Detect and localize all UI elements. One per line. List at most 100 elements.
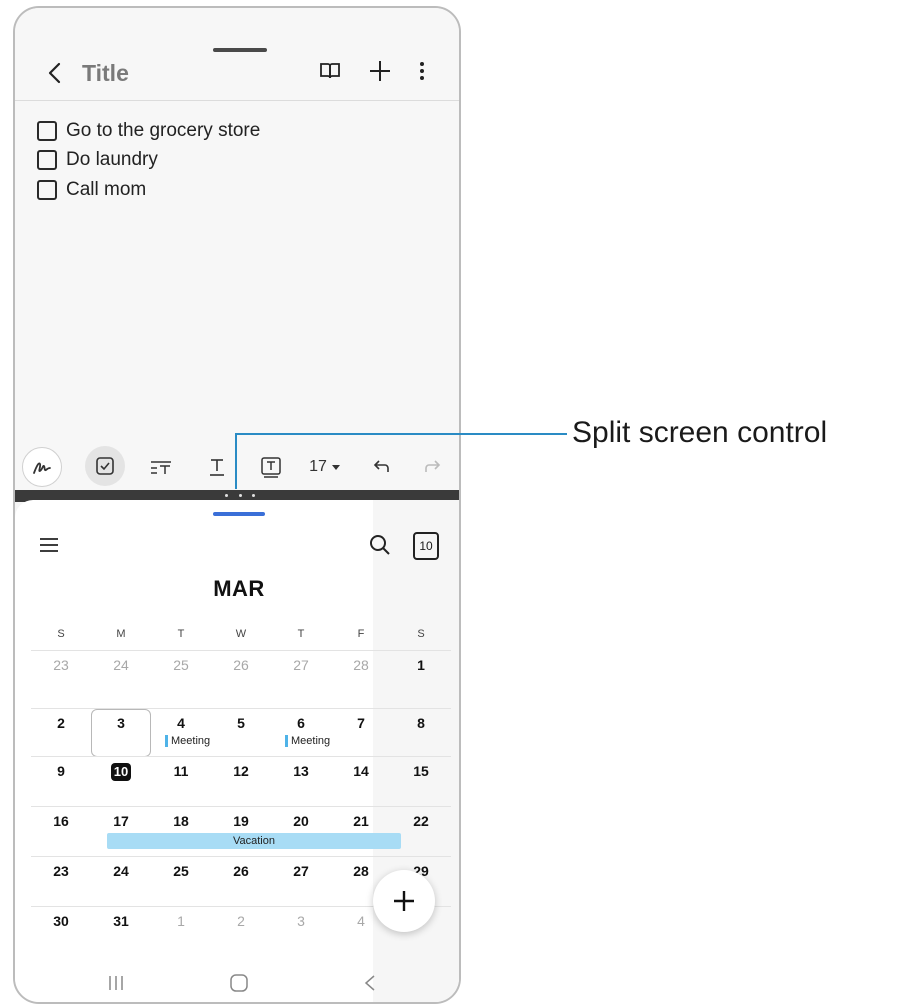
day-cell[interactable]: 14 [331, 763, 391, 779]
day-cell[interactable]: 23 [31, 863, 91, 879]
notes-pane: Title Go to the grocery store Do laundry… [15, 8, 459, 494]
day-number: 22 [413, 813, 429, 829]
day-cell[interactable]: 10 [91, 763, 151, 781]
day-cell[interactable]: 4 [151, 715, 211, 731]
day-cell[interactable]: 26 [211, 863, 271, 879]
undo-button[interactable] [365, 447, 397, 487]
day-cell[interactable]: 20 [271, 813, 331, 829]
day-cell[interactable]: 19 [211, 813, 271, 829]
checklist-item-text[interactable]: Do laundry [66, 149, 158, 171]
plus-icon [370, 61, 390, 81]
day-number: 8 [417, 715, 425, 731]
event-chip[interactable]: Meeting [165, 735, 210, 747]
day-number: 2 [237, 913, 245, 929]
chevron-left-icon [364, 975, 375, 991]
paragraph-style-button[interactable] [143, 447, 179, 487]
day-cell[interactable]: 2 [31, 715, 91, 731]
day-number: 1 [177, 913, 185, 929]
day-cell[interactable]: 24 [91, 863, 151, 879]
day-number: 6 [297, 715, 305, 731]
weekday-label: W [235, 628, 247, 640]
day-cell[interactable]: 25 [151, 657, 211, 673]
day-cell[interactable]: 26 [211, 657, 271, 673]
undo-icon [373, 460, 389, 472]
day-cell[interactable]: 23 [31, 657, 91, 673]
today-button[interactable]: 10 [413, 532, 439, 560]
header-divider [15, 100, 459, 101]
weekday-label: S [417, 628, 425, 640]
day-cell[interactable]: 31 [91, 913, 151, 929]
weekday-label: S [57, 628, 65, 640]
split-dot [238, 494, 242, 497]
checkbox[interactable] [37, 150, 57, 171]
note-title[interactable]: Title [82, 60, 129, 87]
text-box-icon [261, 457, 281, 478]
search-button[interactable] [367, 532, 393, 558]
day-cell[interactable]: 8 [391, 715, 451, 731]
day-cell[interactable]: 3 [91, 715, 151, 731]
day-cell[interactable]: 1 [151, 913, 211, 929]
checkbox[interactable] [37, 120, 57, 141]
add-button[interactable] [365, 56, 395, 86]
reading-mode-button[interactable] [315, 56, 345, 86]
day-cell[interactable]: 3 [271, 913, 331, 929]
event-chip[interactable]: Meeting [285, 735, 330, 747]
day-cell[interactable]: 6 [271, 715, 331, 731]
day-cell[interactable]: 17 [91, 813, 151, 829]
day-cell[interactable]: 5 [211, 715, 271, 731]
day-cell[interactable]: 16 [31, 813, 91, 829]
checkbox-tool-button[interactable] [85, 446, 125, 486]
day-number: 5 [237, 715, 245, 731]
day-number: 25 [173, 863, 189, 879]
day-cell[interactable]: 7 [331, 715, 391, 731]
day-number: 24 [113, 863, 129, 879]
day-cell[interactable]: 27 [271, 863, 331, 879]
day-cell[interactable]: 2 [211, 913, 271, 929]
day-cell[interactable]: 24 [91, 657, 151, 673]
day-cell[interactable]: 15 [391, 763, 451, 779]
more-options-button[interactable] [407, 56, 437, 86]
pane-drag-handle-active[interactable] [213, 512, 265, 516]
back-button[interactable] [41, 58, 71, 88]
redo-button[interactable] [417, 447, 449, 487]
day-cell[interactable]: 18 [151, 813, 211, 829]
day-cell[interactable]: 28 [331, 657, 391, 673]
underline-t-icon [210, 459, 224, 476]
day-cell[interactable]: 30 [31, 913, 91, 929]
multi-day-event[interactable]: Vacation [107, 833, 401, 849]
weekday-header: S M T W T F S [31, 628, 451, 640]
day-cell[interactable]: 21 [331, 813, 391, 829]
day-cell[interactable]: 13 [271, 763, 331, 779]
day-cell[interactable]: 27 [271, 657, 331, 673]
home-button[interactable] [224, 968, 254, 998]
add-event-button[interactable] [373, 870, 435, 932]
day-cell[interactable]: 1 [391, 657, 451, 673]
checklist-item-text[interactable]: Call mom [66, 179, 146, 201]
day-cell[interactable]: 25 [151, 863, 211, 879]
font-size-value: 17 [309, 458, 327, 475]
recents-button[interactable] [101, 968, 131, 998]
back-nav-button[interactable] [355, 968, 385, 998]
note-header: Title [15, 48, 459, 100]
day-cell[interactable]: 22 [391, 813, 451, 829]
day-number: 24 [113, 657, 129, 673]
text-box-button[interactable] [253, 447, 289, 487]
day-cell[interactable]: 9 [31, 763, 91, 779]
day-number: 26 [233, 863, 249, 879]
day-number: 4 [357, 913, 365, 929]
pen-button[interactable] [22, 447, 62, 487]
day-cell[interactable]: 11 [151, 763, 211, 779]
day-number: 23 [53, 657, 69, 673]
callout-line [235, 433, 237, 489]
checklist-item-text[interactable]: Go to the grocery store [66, 120, 260, 142]
home-icon [230, 974, 248, 992]
text-style-button[interactable] [199, 447, 235, 487]
menu-button[interactable] [37, 533, 61, 557]
font-size-dropdown[interactable]: 17 [303, 447, 347, 487]
split-screen-control[interactable] [225, 492, 255, 500]
day-number: 15 [413, 763, 429, 779]
checkbox[interactable] [37, 179, 57, 200]
chevron-left-icon [48, 62, 61, 84]
day-cell[interactable]: 28 [331, 863, 391, 879]
day-cell[interactable]: 12 [211, 763, 271, 779]
